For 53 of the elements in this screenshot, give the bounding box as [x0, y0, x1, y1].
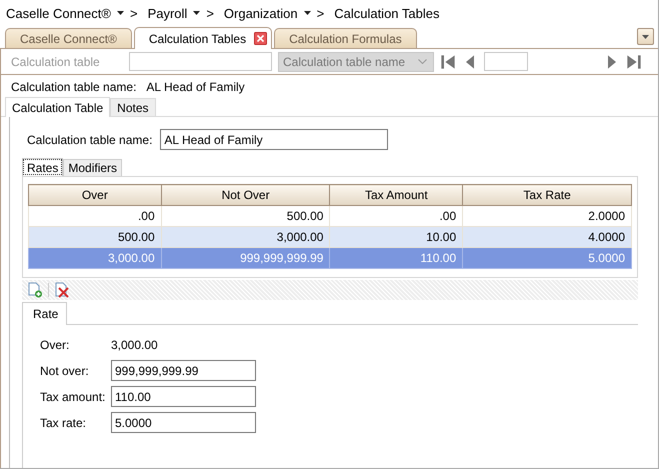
input-field[interactable]: 999,999,999.99 [111, 360, 256, 381]
table-cell: 110.00 [330, 248, 463, 268]
breadcrumb-link[interactable]: Organization [224, 6, 298, 20]
name-field[interactable]: AL Head of Family [160, 129, 388, 150]
tab[interactable]: Calculation Table [5, 97, 110, 117]
last-icon[interactable] [626, 54, 642, 70]
breadcrumb-separator: > [316, 6, 324, 20]
column-header[interactable]: Over [28, 184, 162, 206]
column-header[interactable]: Tax Amount [330, 184, 463, 206]
tab[interactable]: Modifiers [63, 159, 122, 176]
field-label: Not over: [40, 364, 90, 378]
delete-document-icon[interactable] [54, 282, 70, 298]
document-tab[interactable]: Calculation Tables [134, 27, 272, 49]
column-header[interactable]: Tax Rate [462, 184, 632, 206]
document-tab[interactable]: Caselle Connect® [5, 28, 132, 48]
field-label: Calculation table [11, 54, 101, 68]
field-label: Over: [40, 338, 70, 352]
table-cell: 3,000.00 [28, 248, 162, 268]
code-field[interactable] [129, 52, 272, 71]
field-label: Tax rate: [40, 416, 88, 430]
field-label: Calculation table name: [11, 80, 136, 96]
table-cell: 5.0000 [462, 248, 632, 268]
input-field[interactable]: 110.00 [111, 386, 256, 407]
caret-icon[interactable] [304, 11, 311, 15]
breadcrumb-link[interactable]: Calculation Tables [334, 6, 440, 20]
caret-icon[interactable] [116, 11, 124, 15]
input-field[interactable]: 5.0000 [111, 412, 256, 433]
field-value: AL Head of Family [146, 80, 245, 96]
table-cell: 10.00 [330, 226, 463, 248]
breadcrumb-link[interactable]: Caselle Connect® [6, 6, 111, 20]
tab[interactable]: Rate [22, 302, 67, 325]
column-header[interactable]: Not Over [161, 184, 330, 206]
field-label: Tax amount: [40, 390, 106, 404]
tab-list-button[interactable] [637, 28, 654, 45]
field-label: Calculation table name: [27, 132, 152, 146]
table-cell: 500.00 [28, 226, 162, 248]
tab[interactable]: Notes [110, 98, 156, 116]
close-icon[interactable] [254, 32, 268, 45]
document-tab[interactable]: Calculation Formulas [274, 28, 417, 48]
table-cell: 4.0000 [462, 226, 632, 248]
first-icon[interactable] [440, 54, 456, 70]
breadcrumb-separator: > [206, 6, 214, 20]
field-value: 3,000.00 [111, 338, 158, 352]
caret-icon [642, 34, 649, 38]
tab[interactable]: Rates [22, 158, 64, 176]
caret-icon[interactable] [193, 11, 200, 15]
breadcrumb-separator: > [130, 6, 138, 20]
table-cell: 3,000.00 [161, 226, 330, 248]
table-cell: 999,999,999.99 [161, 248, 330, 268]
breadcrumb-link[interactable]: Payroll [148, 6, 188, 20]
record-number-field[interactable] [484, 52, 528, 71]
add-document-icon[interactable] [27, 282, 43, 298]
chevron-icon [418, 59, 427, 64]
